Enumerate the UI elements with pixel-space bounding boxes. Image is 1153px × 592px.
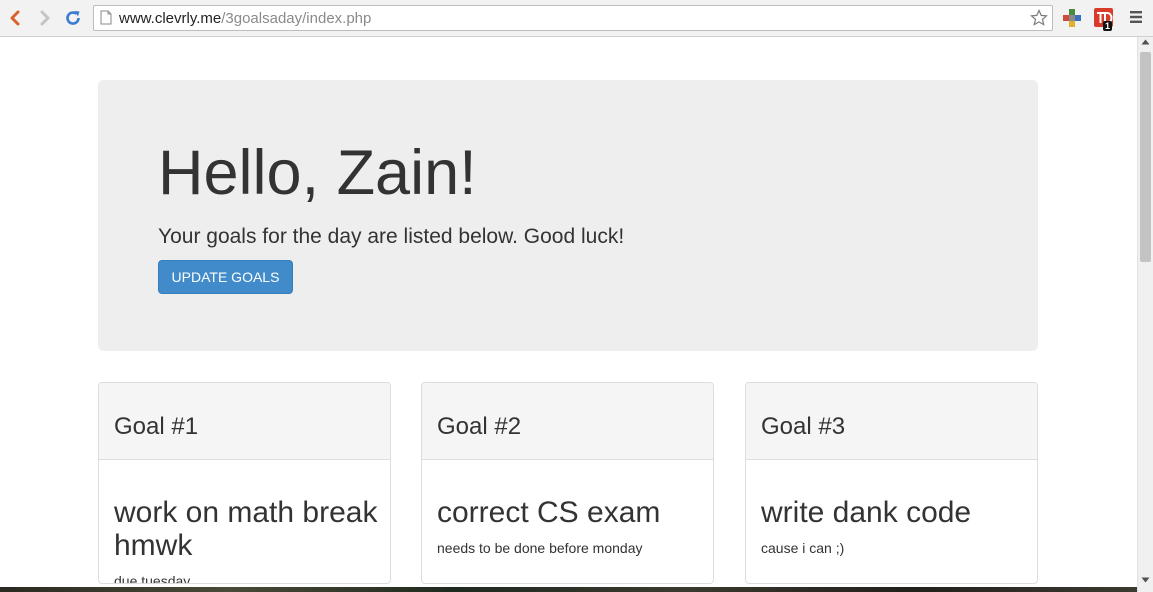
scroll-down-icon[interactable] [1141,577,1150,583]
back-button[interactable] [5,8,25,28]
reload-button[interactable] [63,8,83,28]
page-title: Hello, Zain! [158,138,477,208]
forward-icon [40,10,50,26]
menu-icon[interactable] [1129,10,1143,24]
hero-panel: Hello, Zain! Your goals for the day are … [98,80,1038,351]
url-text: www.clevrly.me/3goalsaday/index.php [119,10,371,27]
desktop-background-strip [0,587,1137,592]
scroll-up-icon[interactable] [1141,39,1150,45]
goal-text: work on math break hmwk [114,496,378,562]
scrollbar-thumb[interactable] [1140,52,1151,262]
goal-title: Goal #2 [437,413,522,440]
address-bar[interactable]: www.clevrly.me/3goalsaday/index.php [93,5,1053,31]
goal-card-heading: Goal #3 [746,383,1037,460]
goal-title: Goal #1 [114,413,199,440]
goal-text: write dank code [761,496,972,529]
reload-icon [66,11,80,25]
page-viewport: Hello, Zain! Your goals for the day are … [0,37,1137,587]
goal-text: correct CS exam [437,496,661,529]
goal-card-3: Goal #3 write dank code cause i can ;) [745,382,1038,584]
goal-title: Goal #3 [761,413,846,440]
page-icon [100,10,112,25]
browser-toolbar: www.clevrly.me/3goalsaday/index.php 1 [0,0,1153,37]
forward-button[interactable] [35,8,55,28]
star-icon[interactable] [1030,9,1048,27]
extension-icon[interactable] [1062,8,1082,28]
url-host: www.clevrly.me [119,10,222,27]
goal-card-heading: Goal #2 [422,383,713,460]
hero-subtitle: Your goals for the day are listed below.… [158,225,625,248]
goal-card-1: Goal #1 work on math break hmwk due tues… [98,382,391,584]
goal-note: due tuesday [114,573,191,584]
extension-td-icon[interactable]: 1 [1094,8,1114,31]
vertical-scrollbar[interactable] [1137,37,1153,592]
goal-note: cause i can ;) [761,540,845,556]
goal-card-heading: Goal #1 [99,383,390,460]
url-path: /3goalsaday/index.php [221,10,372,27]
goal-card-2: Goal #2 correct CS exam needs to be done… [421,382,714,584]
back-icon [10,10,20,26]
extension-badge: 1 [1103,21,1113,31]
goal-note: needs to be done before monday [437,540,643,556]
update-goals-button[interactable]: UPDATE GOALS [158,260,293,294]
